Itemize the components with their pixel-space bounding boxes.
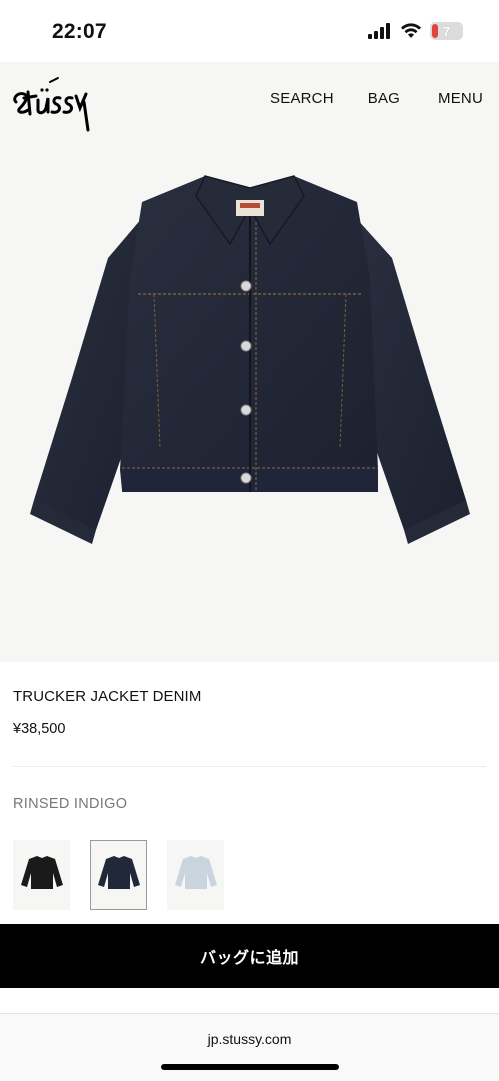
product-title: TRUCKER JACKET DENIM bbox=[13, 688, 202, 705]
swatch-rinsed-indigo[interactable] bbox=[90, 840, 147, 910]
cellular-signal-icon bbox=[368, 23, 390, 39]
search-link[interactable]: SEARCH bbox=[270, 90, 334, 107]
color-swatches bbox=[13, 840, 224, 910]
denim-jacket-image bbox=[30, 175, 470, 544]
product-hero-image[interactable] bbox=[0, 148, 499, 662]
menu-link[interactable]: MENU bbox=[438, 90, 483, 107]
swatch-black[interactable] bbox=[13, 840, 70, 910]
selected-color-name: RINSED INDIGO bbox=[13, 796, 128, 812]
site-header: SEARCH BAG MENU bbox=[0, 62, 499, 148]
bag-link[interactable]: BAG bbox=[368, 90, 400, 107]
battery-icon: 7 bbox=[430, 22, 463, 40]
add-to-bag-button[interactable]: バッグに追加 bbox=[0, 924, 499, 988]
status-icons: 7 bbox=[368, 22, 463, 40]
jacket-rinsed-indigo-thumbnail bbox=[97, 856, 140, 889]
divider bbox=[13, 766, 486, 767]
wifi-icon bbox=[401, 23, 421, 38]
battery-level: 7 bbox=[442, 23, 451, 39]
browser-url-bar[interactable]: jp.stussy.com bbox=[0, 1013, 499, 1081]
url-text[interactable]: jp.stussy.com bbox=[0, 1031, 499, 1047]
status-time: 22:07 bbox=[52, 20, 107, 43]
jacket-light-wash-thumbnail bbox=[174, 856, 217, 889]
jacket-black-thumbnail bbox=[20, 856, 63, 889]
status-bar: 22:07 7 bbox=[0, 0, 499, 62]
home-indicator[interactable] bbox=[161, 1064, 339, 1070]
swatch-light-wash[interactable] bbox=[167, 840, 224, 910]
stussy-logo[interactable] bbox=[10, 68, 96, 134]
header-nav: SEARCH BAG MENU bbox=[270, 90, 483, 107]
product-price: ¥38,500 bbox=[13, 721, 66, 737]
